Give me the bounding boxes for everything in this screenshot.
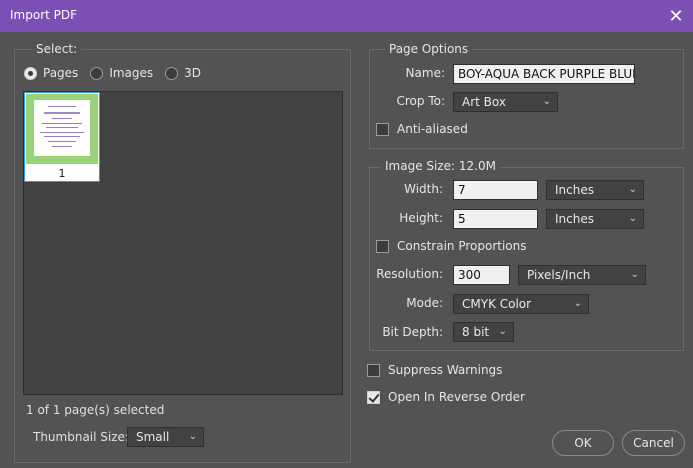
width-label: Width:: [404, 182, 443, 196]
width-unit-value: Inches: [555, 183, 594, 197]
page-options-label: Page Options: [385, 42, 473, 56]
selection-status: 1 of 1 page(s) selected: [26, 403, 165, 417]
chevron-down-icon: ⌄: [630, 269, 639, 280]
bit-depth-value: 8 bit: [462, 325, 490, 339]
chevron-down-icon: ⌄: [188, 431, 197, 442]
crop-to-label: Crop To:: [396, 94, 446, 108]
crop-to-value: Art Box: [462, 95, 506, 109]
height-input[interactable]: 5: [453, 209, 538, 229]
width-input[interactable]: 7: [453, 180, 538, 200]
cancel-button[interactable]: Cancel: [622, 430, 685, 456]
radio-images[interactable]: [90, 66, 104, 80]
select-group-label: Select:: [32, 42, 82, 56]
name-input[interactable]: BOY-AQUA BACK PURPLE BLUE: [453, 64, 635, 84]
height-unit-value: Inches: [555, 212, 594, 226]
radio-3d[interactable]: [165, 66, 179, 80]
radio-pages[interactable]: [24, 66, 37, 80]
page-thumbnail[interactable]: 1: [24, 92, 100, 182]
mode-select[interactable]: CMYK Color ⌄: [453, 294, 589, 314]
chevron-down-icon: ⌄: [628, 213, 637, 224]
crop-to-select[interactable]: Art Box ⌄: [453, 92, 558, 112]
ok-button[interactable]: OK: [552, 430, 614, 456]
mode-value: CMYK Color: [462, 297, 532, 311]
close-icon[interactable]: ✕: [659, 0, 693, 32]
suppress-warnings-checkbox[interactable]: [367, 363, 380, 377]
select-radio-row: Pages Images 3D: [24, 65, 213, 81]
bit-depth-select[interactable]: 8 bit ⌄: [453, 322, 514, 342]
constrain-label[interactable]: Constrain Proportions: [397, 239, 527, 253]
anti-aliased-label[interactable]: Anti-aliased: [397, 122, 468, 136]
window-title: Import PDF: [10, 8, 78, 22]
width-unit-select[interactable]: Inches ⌄: [546, 180, 644, 200]
image-size-label: Image Size: 12.0M: [381, 159, 500, 173]
resolution-unit-value: Pixels/Inch: [527, 268, 591, 282]
thumbnail-size-select[interactable]: Small ⌄: [127, 427, 204, 447]
name-label: Name:: [405, 66, 445, 80]
resolution-input[interactable]: 300: [453, 265, 510, 285]
height-unit-select[interactable]: Inches ⌄: [546, 209, 644, 229]
mode-label: Mode:: [406, 296, 443, 310]
reverse-order-label[interactable]: Open In Reverse Order: [388, 390, 525, 404]
resolution-unit-select[interactable]: Pixels/Inch ⌄: [518, 265, 646, 285]
resolution-label: Resolution:: [376, 267, 443, 281]
thumbnail-card: [34, 100, 90, 156]
chevron-down-icon: ⌄: [542, 96, 551, 107]
thumbnail-page-number: 1: [58, 167, 66, 180]
anti-aliased-row: Anti-aliased: [376, 122, 468, 136]
radio-3d-label[interactable]: 3D: [184, 66, 201, 80]
constrain-row: Constrain Proportions: [376, 239, 527, 253]
reverse-order-row: Open In Reverse Order: [367, 390, 525, 404]
constrain-checkbox[interactable]: [376, 239, 389, 253]
suppress-warnings-row: Suppress Warnings: [367, 363, 502, 377]
chevron-down-icon: ⌄: [573, 298, 582, 309]
thumbnail-size-label: Thumbnail Size:: [33, 430, 129, 444]
page-thumbnail-image: [26, 94, 98, 164]
chevron-down-icon: ⌄: [498, 326, 507, 337]
chevron-down-icon: ⌄: [628, 184, 637, 195]
height-label: Height:: [399, 211, 443, 225]
bit-depth-label: Bit Depth:: [382, 325, 443, 339]
title-bar: Import PDF ✕: [0, 0, 693, 32]
thumbnail-size-value: Small: [136, 430, 170, 444]
radio-images-label[interactable]: Images: [109, 66, 153, 80]
radio-pages-label[interactable]: Pages: [43, 66, 78, 80]
suppress-warnings-label[interactable]: Suppress Warnings: [388, 363, 502, 377]
reverse-order-checkbox[interactable]: [367, 390, 380, 404]
anti-aliased-checkbox[interactable]: [376, 122, 389, 136]
